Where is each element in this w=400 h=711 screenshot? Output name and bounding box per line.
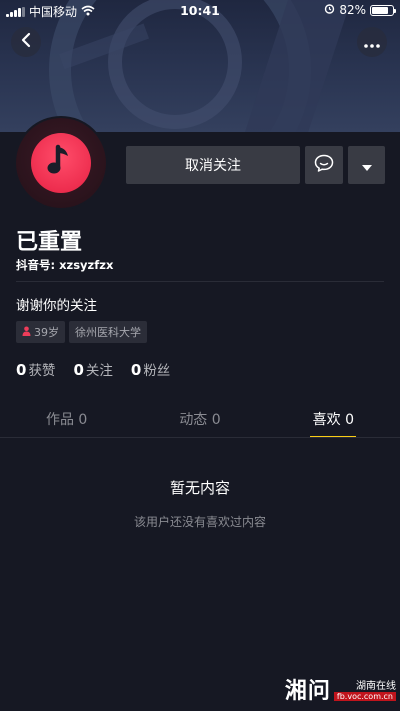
avatar-frame: [16, 118, 106, 208]
empty-state-title: 暂无内容: [169, 479, 230, 497]
tab-activity-label: 动态 0: [179, 412, 221, 428]
profile-tags: 39岁 徐州医科大学: [16, 321, 147, 343]
followers-label: 粉丝: [143, 363, 171, 379]
status-bar-right: 82%: [324, 3, 396, 17]
recommend-dropdown-button[interactable]: [348, 146, 385, 184]
following-stat[interactable]: 0 关注: [73, 359, 112, 379]
battery-percent: 82%: [339, 3, 366, 17]
battery-icon: [370, 4, 396, 16]
tab-works-label: 作品 0: [45, 412, 88, 428]
nickname: 已重置: [16, 230, 83, 255]
status-bar: 中国移动 10:41 82%: [0, 0, 400, 22]
likes-label: 获赞: [28, 363, 56, 379]
watermark-text: 湖南在线 fb.voc.com.cn: [333, 677, 396, 701]
back-icon: [20, 32, 32, 52]
followers-count: 0: [130, 361, 142, 379]
tab-works[interactable]: 作品 0: [0, 400, 133, 438]
watermark: 湘问 湖南在线 fb.voc.com.cn: [285, 673, 396, 705]
douyin-id: 抖音号: xzsyzfzx: [16, 258, 114, 272]
message-icon: [314, 154, 334, 176]
age-label: 39岁: [34, 326, 59, 339]
content-tabs: 作品 0 动态 0 喜欢 0: [0, 400, 400, 438]
back-button[interactable]: [11, 27, 41, 57]
tab-likes-label: 喜欢 0: [312, 412, 354, 428]
tabs-divider: [0, 437, 400, 438]
avatar[interactable]: [14, 116, 108, 210]
more-button[interactable]: [357, 27, 387, 57]
empty-state-description: 该用户还没有喜欢过内容: [133, 515, 266, 529]
watermark-small: 湖南在线: [356, 681, 396, 692]
watermark-url: fb.voc.com.cn: [333, 692, 396, 701]
school-label: 徐州医科大学: [75, 326, 141, 339]
profile-stats: 0 获赞 0 关注 0 粉丝: [16, 359, 170, 379]
battery-level: [372, 6, 389, 14]
more-icon: [364, 33, 380, 52]
likes-stat: 0 获赞: [16, 359, 55, 379]
avatar-disc: [31, 133, 91, 193]
school-tag: 徐州医科大学: [69, 321, 147, 343]
followers-stat[interactable]: 0 粉丝: [131, 359, 170, 379]
unfollow-button[interactable]: 取消关注: [126, 146, 300, 184]
message-button[interactable]: [305, 146, 343, 184]
dropdown-icon: [361, 156, 372, 175]
music-note-icon: [46, 144, 76, 182]
following-label: 关注: [85, 363, 113, 379]
tab-likes[interactable]: 喜欢 0: [267, 400, 400, 438]
person-icon: [22, 326, 31, 339]
likes-count: 0: [16, 361, 27, 379]
tab-activity[interactable]: 动态 0: [133, 400, 266, 438]
age-tag: 39岁: [16, 321, 65, 343]
divider: [16, 281, 384, 282]
watermark-logo: 湘问: [284, 678, 331, 704]
alarm-icon: [324, 3, 335, 17]
signature: 谢谢你的关注: [16, 298, 97, 314]
following-count: 0: [73, 361, 84, 379]
